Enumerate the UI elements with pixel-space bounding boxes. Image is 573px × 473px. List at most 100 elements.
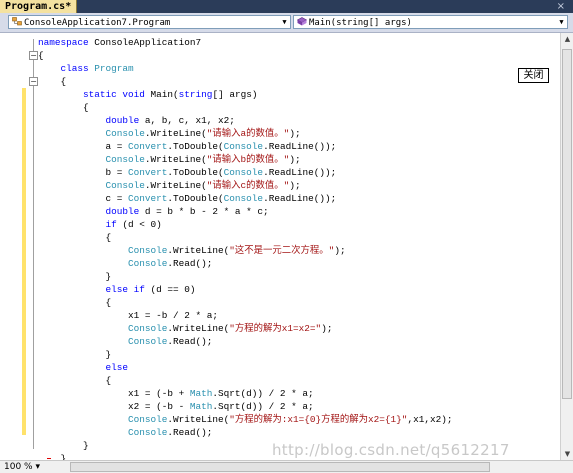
code-token: a, b, c, x1, x2;	[139, 115, 235, 127]
code-token: (d < 0)	[116, 219, 162, 231]
vertical-scrollbar[interactable]: ▲ ▼	[560, 33, 573, 460]
code-line[interactable]: {	[38, 296, 452, 309]
code-line[interactable]: Console.Read();	[38, 335, 452, 348]
changed-lines-marker	[22, 88, 26, 435]
code-line[interactable]: Console.WriteLine("请输入a的数值。");	[38, 127, 452, 140]
chevron-down-icon[interactable]: ▼	[280, 17, 289, 27]
code-token: b =	[38, 167, 129, 179]
code-line[interactable]: {	[38, 374, 452, 387]
code-token: );	[321, 323, 333, 335]
code-token: {	[38, 102, 89, 114]
code-token: .WriteLine(	[167, 245, 230, 257]
zoom-level[interactable]: 100 % ▾	[4, 461, 40, 473]
code-line[interactable]: Console.WriteLine("请输入b的数值。");	[38, 153, 452, 166]
code-token: "方程的解为:x1={0}方程的解为x2={1}"	[229, 414, 408, 426]
code-token: Convert	[128, 193, 168, 205]
code-line[interactable]: a = Convert.ToDouble(Console.ReadLine())…	[38, 140, 452, 153]
code-token: .WriteLine(	[167, 323, 230, 335]
code-line[interactable]: Console.Read();	[38, 257, 452, 270]
code-line[interactable]: Console.WriteLine("请输入c的数值。");	[38, 179, 452, 192]
document-tab-strip: Program.cs* ×	[0, 0, 573, 13]
close-tab-icon[interactable]: ×	[557, 0, 565, 13]
code-token: x2 = (-b -	[38, 401, 190, 413]
code-token: .Sqrt(d)) / 2 * a;	[212, 401, 314, 413]
zoom-dropdown-icon[interactable]: ▾	[35, 462, 40, 472]
code-token: Console	[128, 323, 168, 335]
code-token: .ReadLine());	[263, 141, 337, 153]
code-line[interactable]: namespace ConsoleApplication7	[38, 36, 452, 49]
chevron-down-icon[interactable]: ▼	[557, 17, 566, 27]
code-token: }	[38, 271, 112, 283]
code-line[interactable]: {	[38, 231, 452, 244]
code-token: Console	[223, 193, 264, 205]
code-line[interactable]: b = Convert.ToDouble(Console.ReadLine())…	[38, 166, 452, 179]
code-token: .ToDouble(	[167, 141, 224, 153]
code-token: Math	[189, 401, 213, 413]
code-line[interactable]: Console.WriteLine("方程的解为:x1={0}方程的解为x2={…	[38, 413, 452, 426]
code-token: Convert	[128, 141, 168, 153]
code-token: {	[38, 76, 67, 88]
code-token: .Read();	[167, 258, 213, 270]
code-line[interactable]: x1 = -b / 2 * a;	[38, 309, 452, 322]
code-line[interactable]: Console.WriteLine("这不是一元二次方程。");	[38, 244, 452, 257]
code-line[interactable]: {	[38, 49, 452, 62]
error-squiggle	[47, 456, 51, 459]
code-line[interactable]: double a, b, c, x1, x2;	[38, 114, 452, 127]
code-line[interactable]: {	[38, 101, 452, 114]
horizontal-scrollbar[interactable]	[58, 462, 560, 472]
code-token: }	[38, 349, 112, 361]
horizontal-scroll-thumb[interactable]	[70, 462, 490, 472]
code-line[interactable]: else	[38, 361, 452, 374]
code-line[interactable]: x2 = (-b - Math.Sqrt(d)) / 2 * a;	[38, 400, 452, 413]
code-token: Math	[189, 388, 213, 400]
code-line[interactable]: }	[38, 348, 452, 361]
code-token: ConsoleApplication7	[94, 37, 202, 49]
code-token: Console	[105, 128, 145, 140]
close-popup-label: 关闭	[523, 70, 544, 81]
code-token: ,x1,x2);	[407, 414, 453, 426]
code-token: {	[38, 375, 112, 387]
code-token: (d == 0)	[144, 284, 196, 296]
code-line[interactable]: }	[38, 270, 452, 283]
code-token: .WriteLine(	[144, 180, 207, 192]
code-token: "请输入a的数值。"	[206, 128, 290, 140]
navigation-bar: ConsoleApplication7.Program ▼ Main(strin…	[0, 13, 573, 33]
tab-program-cs[interactable]: Program.cs*	[0, 0, 78, 13]
code-editor[interactable]: − − namespace ConsoleApplication7{ class…	[0, 33, 560, 460]
code-line[interactable]: if (d < 0)	[38, 218, 452, 231]
outline-guide	[33, 39, 34, 449]
code-line[interactable]: c = Convert.ToDouble(Console.ReadLine())…	[38, 192, 452, 205]
code-line[interactable]: static void Main(string[] args)	[38, 88, 452, 101]
code-token: );	[289, 180, 301, 192]
code-line[interactable]: else if (d == 0)	[38, 283, 452, 296]
collapse-class-icon[interactable]: −	[29, 51, 38, 60]
close-popup-button[interactable]: 关闭	[518, 68, 549, 83]
code-line[interactable]: class Program	[38, 62, 452, 75]
scroll-down-icon[interactable]: ▼	[561, 448, 573, 460]
code-line[interactable]: x1 = (-b + Math.Sqrt(d)) / 2 * a;	[38, 387, 452, 400]
source-code[interactable]: namespace ConsoleApplication7{ class Pro…	[38, 36, 452, 460]
code-token: Console	[128, 245, 168, 257]
member-combo-value: Main(string[] args)	[309, 18, 412, 28]
scroll-thumb[interactable]	[562, 49, 572, 399]
collapse-method-icon[interactable]: −	[29, 77, 38, 86]
code-line[interactable]: {	[38, 75, 452, 88]
code-token: {	[38, 50, 44, 62]
code-token: class	[60, 63, 95, 75]
watermark: http://blog.csdn.net/q5612217	[272, 441, 510, 459]
code-token: "方程的解为x1=x2="	[229, 323, 322, 335]
code-line[interactable]: double d = b * b - 2 * a * c;	[38, 205, 452, 218]
scroll-up-icon[interactable]: ▲	[561, 33, 573, 45]
code-line[interactable]: Console.Read();	[38, 426, 452, 439]
member-combo[interactable]: Main(string[] args) ▼	[293, 15, 568, 29]
class-combo[interactable]: ConsoleApplication7.Program ▼	[8, 15, 291, 29]
code-token: );	[334, 245, 346, 257]
code-token: Console	[128, 336, 168, 348]
code-line[interactable]: Console.WriteLine("方程的解为x1=x2=");	[38, 322, 452, 335]
